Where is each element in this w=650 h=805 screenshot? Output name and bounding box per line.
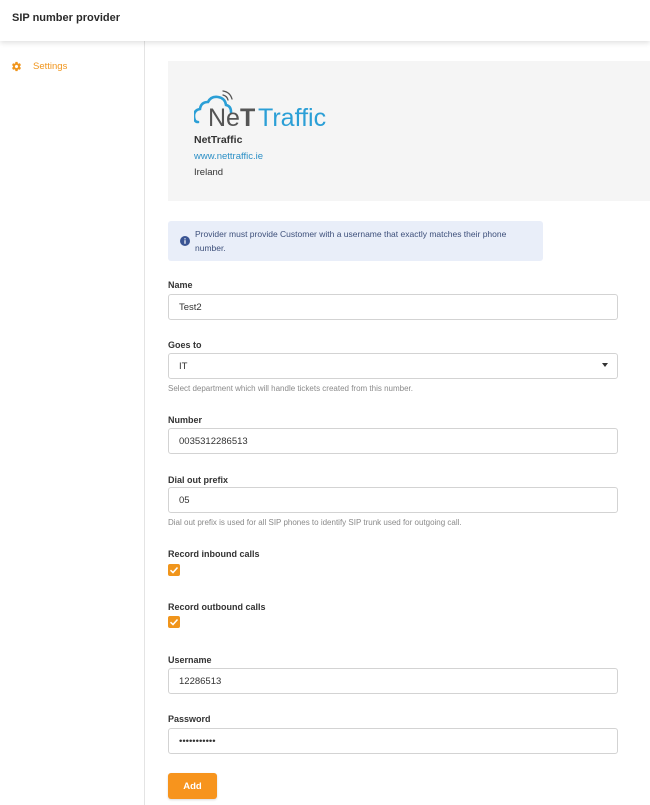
top-bar: SIP number provider xyxy=(0,0,650,41)
dial-out-prefix-input[interactable]: 05 xyxy=(168,487,618,513)
add-button[interactable]: Add xyxy=(168,773,217,799)
record-outbound-checkbox[interactable] xyxy=(168,616,180,628)
goes-to-label: Goes to xyxy=(168,340,202,350)
password-value: ••••••••••• xyxy=(179,735,216,747)
svg-text:NeT: NeT xyxy=(208,104,255,132)
number-value: 0035312286513 xyxy=(179,435,248,447)
goes-to-help: Select department which will handle tick… xyxy=(168,384,414,393)
username-input[interactable]: 12286513 xyxy=(168,668,618,694)
name-label: Name xyxy=(168,280,193,290)
dial-out-prefix-label: Dial out prefix xyxy=(168,475,229,485)
password-label: Password xyxy=(168,714,211,724)
gear-icon xyxy=(12,61,21,72)
logo-text-t: T xyxy=(240,104,255,132)
info-notice: Provider must provide Customer with a us… xyxy=(168,221,543,261)
goes-to-value: IT xyxy=(179,360,188,372)
number-input[interactable]: 0035312286513 xyxy=(168,428,618,454)
info-icon xyxy=(180,236,190,246)
provider-name: NetTraffic xyxy=(194,134,243,146)
nettraffic-logo: NeT Traffic xyxy=(194,90,326,132)
dial-out-prefix-help: Dial out prefix is used for all SIP phon… xyxy=(168,518,462,527)
record-inbound-label: Record inbound calls xyxy=(168,549,260,559)
record-outbound-label: Record outbound calls xyxy=(168,602,266,612)
dropdown-arrow-icon xyxy=(602,363,608,367)
provider-country: Ireland xyxy=(194,167,224,178)
provider-website-link[interactable]: www.nettraffic.ie xyxy=(194,151,263,162)
sidebar-item-label: Settings xyxy=(33,61,68,72)
notice-text: Provider must provide Customer with a us… xyxy=(195,229,507,253)
username-label: Username xyxy=(168,655,212,665)
dial-out-prefix-value: 05 xyxy=(179,494,190,506)
page-title: SIP number provider xyxy=(12,12,120,24)
number-label: Number xyxy=(168,415,203,425)
logo-text-ne: Ne xyxy=(208,104,240,132)
username-value: 12286513 xyxy=(179,675,222,687)
goes-to-select[interactable]: IT xyxy=(168,353,618,379)
name-input[interactable]: Test2 xyxy=(168,294,618,320)
checkmark-icon xyxy=(169,566,179,574)
checkmark-icon xyxy=(169,618,179,626)
sidebar-item-settings[interactable]: Settings xyxy=(11,61,67,72)
name-value: Test2 xyxy=(179,301,202,313)
provider-card: NeT Traffic NetTraffic www.nettraffic.ie… xyxy=(168,61,650,201)
record-inbound-checkbox[interactable] xyxy=(168,564,180,576)
password-input[interactable]: ••••••••••• xyxy=(168,728,618,754)
logo-text-traffic: Traffic xyxy=(258,104,326,132)
sidebar: Settings xyxy=(0,41,145,805)
